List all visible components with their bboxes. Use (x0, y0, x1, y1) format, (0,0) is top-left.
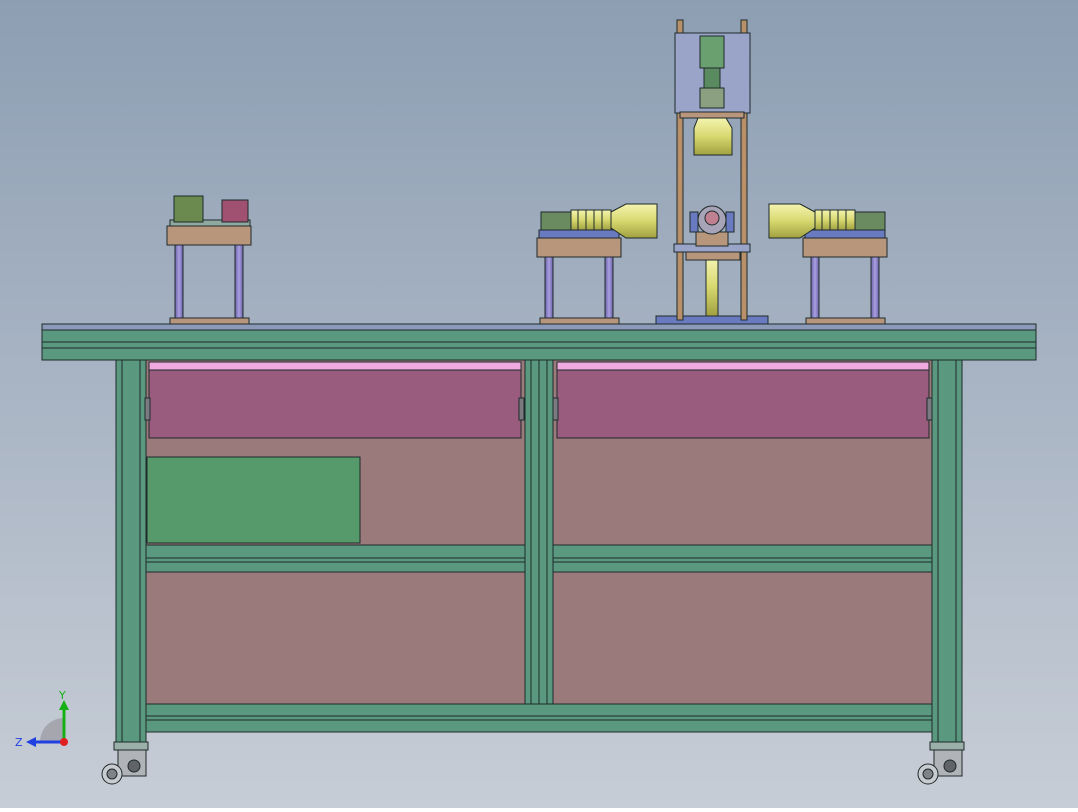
electrical-box (146, 456, 361, 544)
top-camera-lens (693, 117, 733, 156)
y-axis-label: Y (58, 689, 66, 702)
z-axis-label: Z (15, 736, 23, 749)
panel-lower-right (552, 571, 933, 705)
triad-origin (60, 738, 68, 746)
frame-leg-left (115, 359, 147, 745)
cad-viewport[interactable]: Y Z (0, 0, 1078, 808)
component-box-green (173, 195, 204, 223)
assembly-drawing: Y Z (0, 0, 1078, 808)
panel-lower-left (145, 571, 526, 705)
frame-leg-right (931, 359, 963, 745)
drawer-right[interactable] (552, 361, 933, 439)
drawer-left[interactable] (144, 361, 525, 439)
component-box-magenta (221, 199, 249, 223)
table-top (41, 323, 1037, 361)
